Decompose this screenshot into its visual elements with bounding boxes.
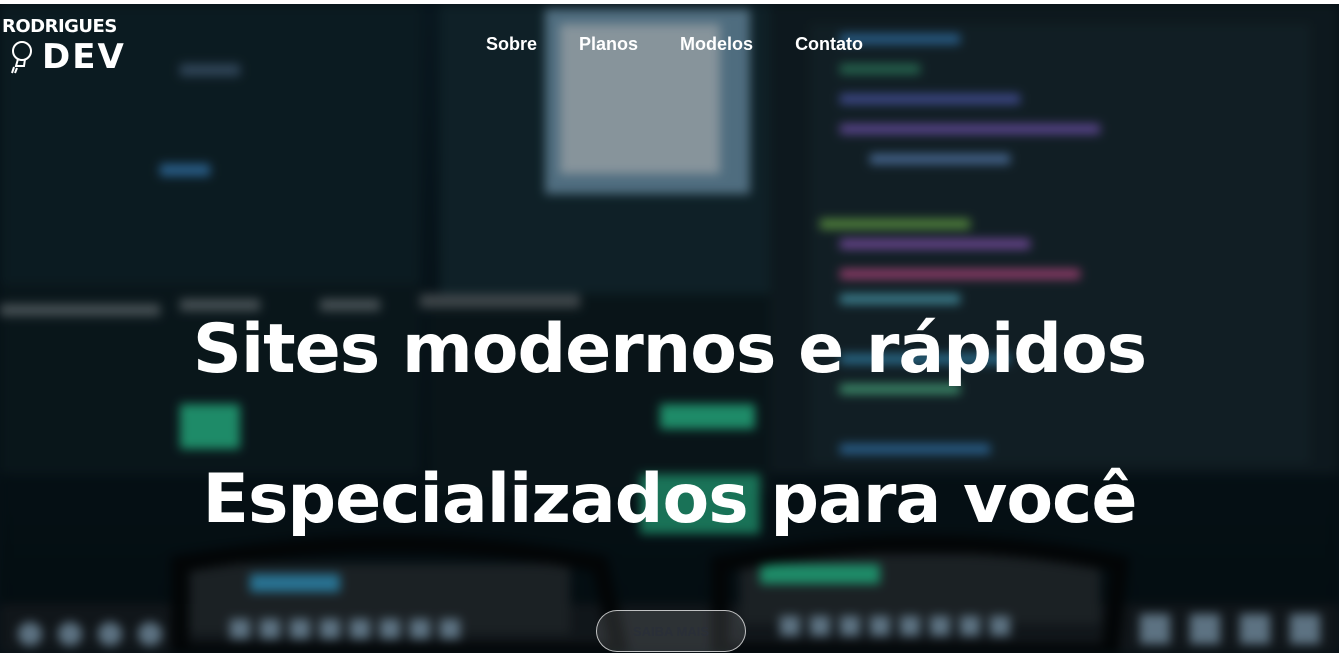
nav-item-modelos[interactable]: Modelos (680, 32, 753, 56)
brand-logo[interactable]: RODRIGUES DEV (2, 16, 142, 78)
saiba-mais-button[interactable]: SAIBA MAIS (596, 610, 746, 652)
lightbulb-icon (11, 41, 32, 74)
nav-item-planos[interactable]: Planos (579, 32, 638, 56)
brand-logo-line1: RODRIGUES (2, 16, 117, 37)
hero-headline-2: Especializados para você (202, 460, 1138, 539)
nav-item-contato[interactable]: Contato (795, 32, 863, 56)
hero-headline-1: Sites modernos e rápidos (192, 310, 1147, 389)
main-nav: Sobre Planos Modelos Contato (486, 32, 905, 56)
brand-logo-line2: DEV (42, 37, 126, 77)
nav-item-sobre[interactable]: Sobre (486, 32, 537, 56)
hero-section: RODRIGUES DEV Sobre Planos Modelos Conta… (0, 4, 1339, 653)
